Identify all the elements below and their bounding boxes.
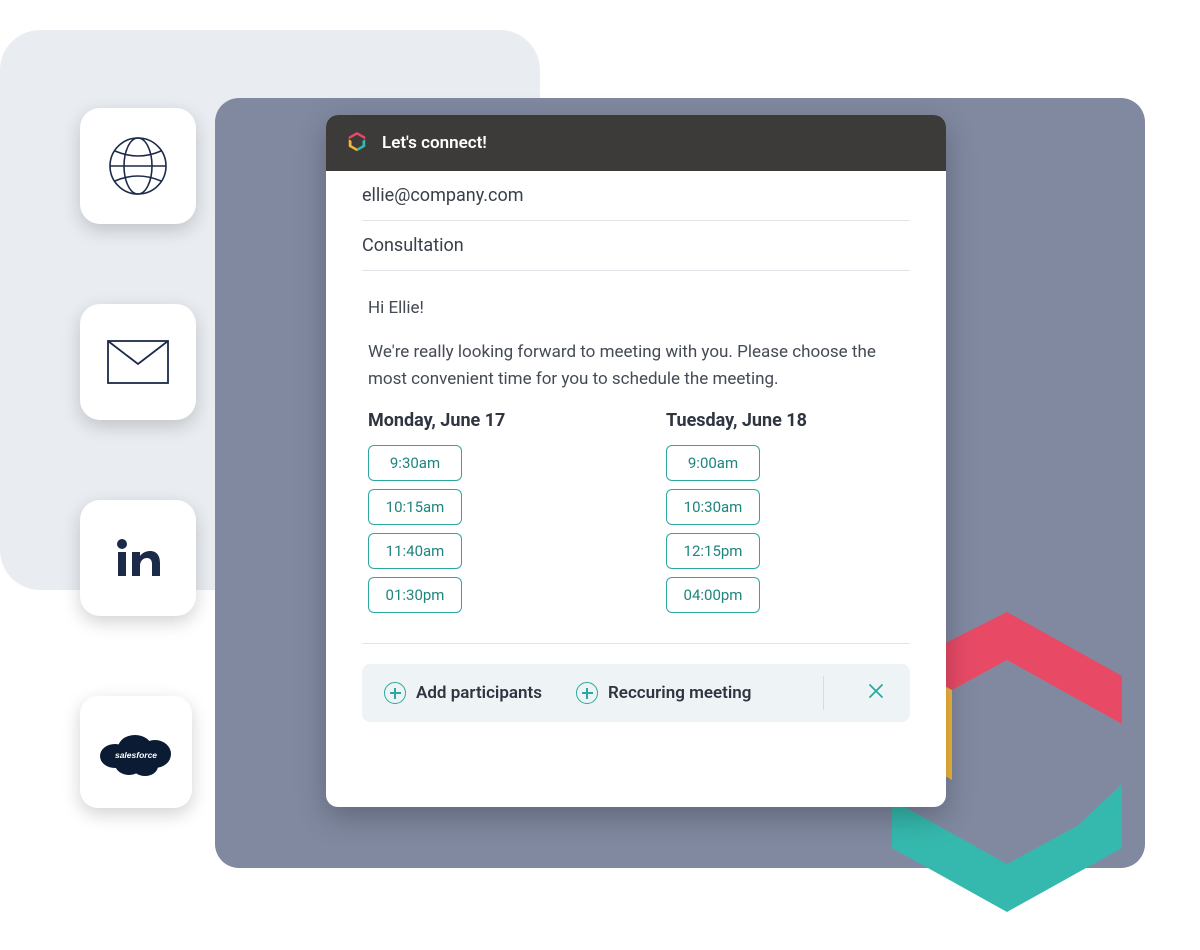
salesforce-icon: salesforce bbox=[97, 726, 175, 778]
time-slot[interactable]: 10:30am bbox=[666, 489, 760, 525]
subject-field[interactable]: Consultation bbox=[362, 221, 910, 271]
svg-text:salesforce: salesforce bbox=[115, 750, 157, 760]
brand-hex-icon bbox=[346, 132, 368, 154]
time-slot[interactable]: 11:40am bbox=[368, 533, 462, 569]
time-slot[interactable]: 9:30am bbox=[368, 445, 462, 481]
message-greeting: Hi Ellie! bbox=[368, 295, 904, 321]
integration-email[interactable] bbox=[80, 304, 196, 420]
integration-salesforce[interactable]: salesforce bbox=[80, 696, 192, 808]
to-field[interactable]: ellie@company.com bbox=[362, 171, 910, 221]
message-body: Hi Ellie! We're really looking forward t… bbox=[362, 271, 910, 392]
day-column-1: Monday, June 17 9:30am 10:15am 11:40am 0… bbox=[368, 410, 606, 621]
divider bbox=[362, 643, 910, 644]
integration-website[interactable] bbox=[80, 108, 196, 224]
card-title: Let's connect! bbox=[382, 133, 487, 153]
add-participants-label: Add participants bbox=[416, 683, 542, 703]
time-slot[interactable]: 9:00am bbox=[666, 445, 760, 481]
integration-linkedin[interactable] bbox=[80, 500, 196, 616]
recurring-meeting-label: Reccuring meeting bbox=[608, 683, 751, 703]
time-slot[interactable]: 04:00pm bbox=[666, 577, 760, 613]
recurring-meeting-button[interactable]: Reccuring meeting bbox=[576, 682, 751, 704]
actions-divider bbox=[785, 676, 824, 711]
day-1-label: Monday, June 17 bbox=[368, 410, 606, 431]
close-actions-button[interactable] bbox=[864, 683, 888, 704]
linkedin-icon bbox=[112, 532, 164, 584]
time-slot[interactable]: 12:15pm bbox=[666, 533, 760, 569]
globe-icon bbox=[107, 135, 169, 197]
actions-bar: Add participants Reccuring meeting bbox=[362, 664, 910, 722]
time-slot[interactable]: 01:30pm bbox=[368, 577, 462, 613]
close-icon bbox=[868, 683, 884, 704]
plus-circle-icon bbox=[576, 682, 598, 704]
card-header: Let's connect! bbox=[326, 115, 946, 171]
scheduler-card: Let's connect! ellie@company.com Consult… bbox=[326, 115, 946, 807]
envelope-icon bbox=[107, 340, 169, 384]
message-paragraph: We're really looking forward to meeting … bbox=[368, 339, 904, 392]
add-participants-button[interactable]: Add participants bbox=[384, 682, 542, 704]
day-column-2: Tuesday, June 18 9:00am 10:30am 12:15pm … bbox=[666, 410, 904, 621]
time-slot[interactable]: 10:15am bbox=[368, 489, 462, 525]
plus-circle-icon bbox=[384, 682, 406, 704]
day-2-label: Tuesday, June 18 bbox=[666, 410, 904, 431]
